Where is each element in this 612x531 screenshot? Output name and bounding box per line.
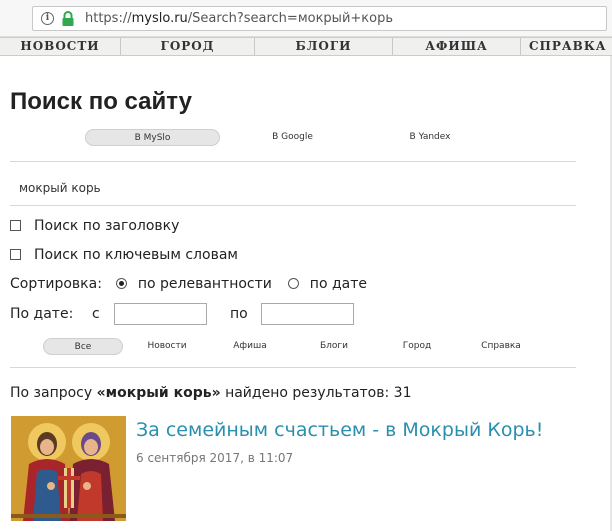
date-to-input[interactable] (261, 303, 354, 325)
sort-row: Сортировка: по релевантности по дате (10, 275, 367, 293)
checkbox-by-keywords[interactable] (10, 249, 21, 260)
checkbox-by-title[interactable] (10, 220, 21, 231)
search-query-text[interactable]: мокрый корь (19, 180, 101, 196)
engine-tab-myslo[interactable]: В MySlo (85, 129, 220, 146)
site-nav: НОВОСТИ ГОРОД БЛОГИ АФИША СПРАВКА (0, 37, 612, 56)
divider (10, 161, 576, 162)
results-summary: По запросу «мокрый корь» найдено результ… (10, 385, 412, 401)
nav-item-reference[interactable]: СПРАВКА (521, 38, 612, 55)
date-label: По дате: (10, 306, 74, 322)
category-tab-blogs[interactable]: Блоги (308, 338, 360, 355)
option-by-title[interactable]: Поиск по заголовку (10, 217, 179, 235)
option-by-keywords-label: Поиск по ключевым словам (34, 247, 238, 263)
radio-sort-date[interactable] (288, 278, 300, 289)
divider (10, 205, 576, 206)
radio-sort-relevance[interactable] (116, 278, 128, 289)
icon-saints-image (11, 416, 126, 521)
sort-label: Сортировка: (10, 276, 102, 292)
page-title: Поиск по сайту (10, 88, 192, 115)
result-thumbnail[interactable] (11, 416, 126, 521)
date-from-label: с (92, 306, 100, 322)
date-from-input[interactable] (114, 303, 207, 325)
url-field[interactable]: i https://myslo.ru/Search?search=мокрый+… (32, 6, 607, 31)
category-tab-news[interactable]: Новости (136, 338, 198, 355)
browser-address-bar: i https://myslo.ru/Search?search=мокрый+… (0, 0, 612, 37)
url-text: https://myslo.ru/Search?search=мокрый+ко… (85, 11, 394, 26)
engine-tab-yandex[interactable]: В Yandex (380, 129, 480, 146)
category-tab-afisha[interactable]: Афиша (222, 338, 278, 355)
option-by-title-label: Поиск по заголовку (34, 218, 180, 234)
info-icon[interactable]: i (41, 12, 54, 25)
result-date: 6 сентября 2017, в 11:07 (136, 451, 294, 465)
lock-icon (62, 11, 74, 26)
date-to-label: по (230, 306, 248, 322)
engine-tab-google[interactable]: В Google (240, 129, 345, 146)
result-title-link[interactable]: За семейным счастьем - в Мокрый Корь! (136, 418, 543, 442)
divider (10, 367, 576, 368)
category-tab-city[interactable]: Город (392, 338, 442, 355)
category-tab-reference[interactable]: Справка (472, 338, 530, 355)
nav-item-afisha[interactable]: АФИША (393, 38, 521, 55)
nav-item-blogs[interactable]: БЛОГИ (255, 38, 393, 55)
nav-item-news[interactable]: НОВОСТИ (0, 38, 121, 55)
sort-date-label[interactable]: по дате (310, 276, 367, 292)
sort-relevance-label[interactable]: по релевантности (138, 276, 272, 292)
option-by-keywords[interactable]: Поиск по ключевым словам (10, 246, 238, 264)
nav-item-city[interactable]: ГОРОД (121, 38, 255, 55)
category-tab-all[interactable]: Все (43, 338, 123, 355)
